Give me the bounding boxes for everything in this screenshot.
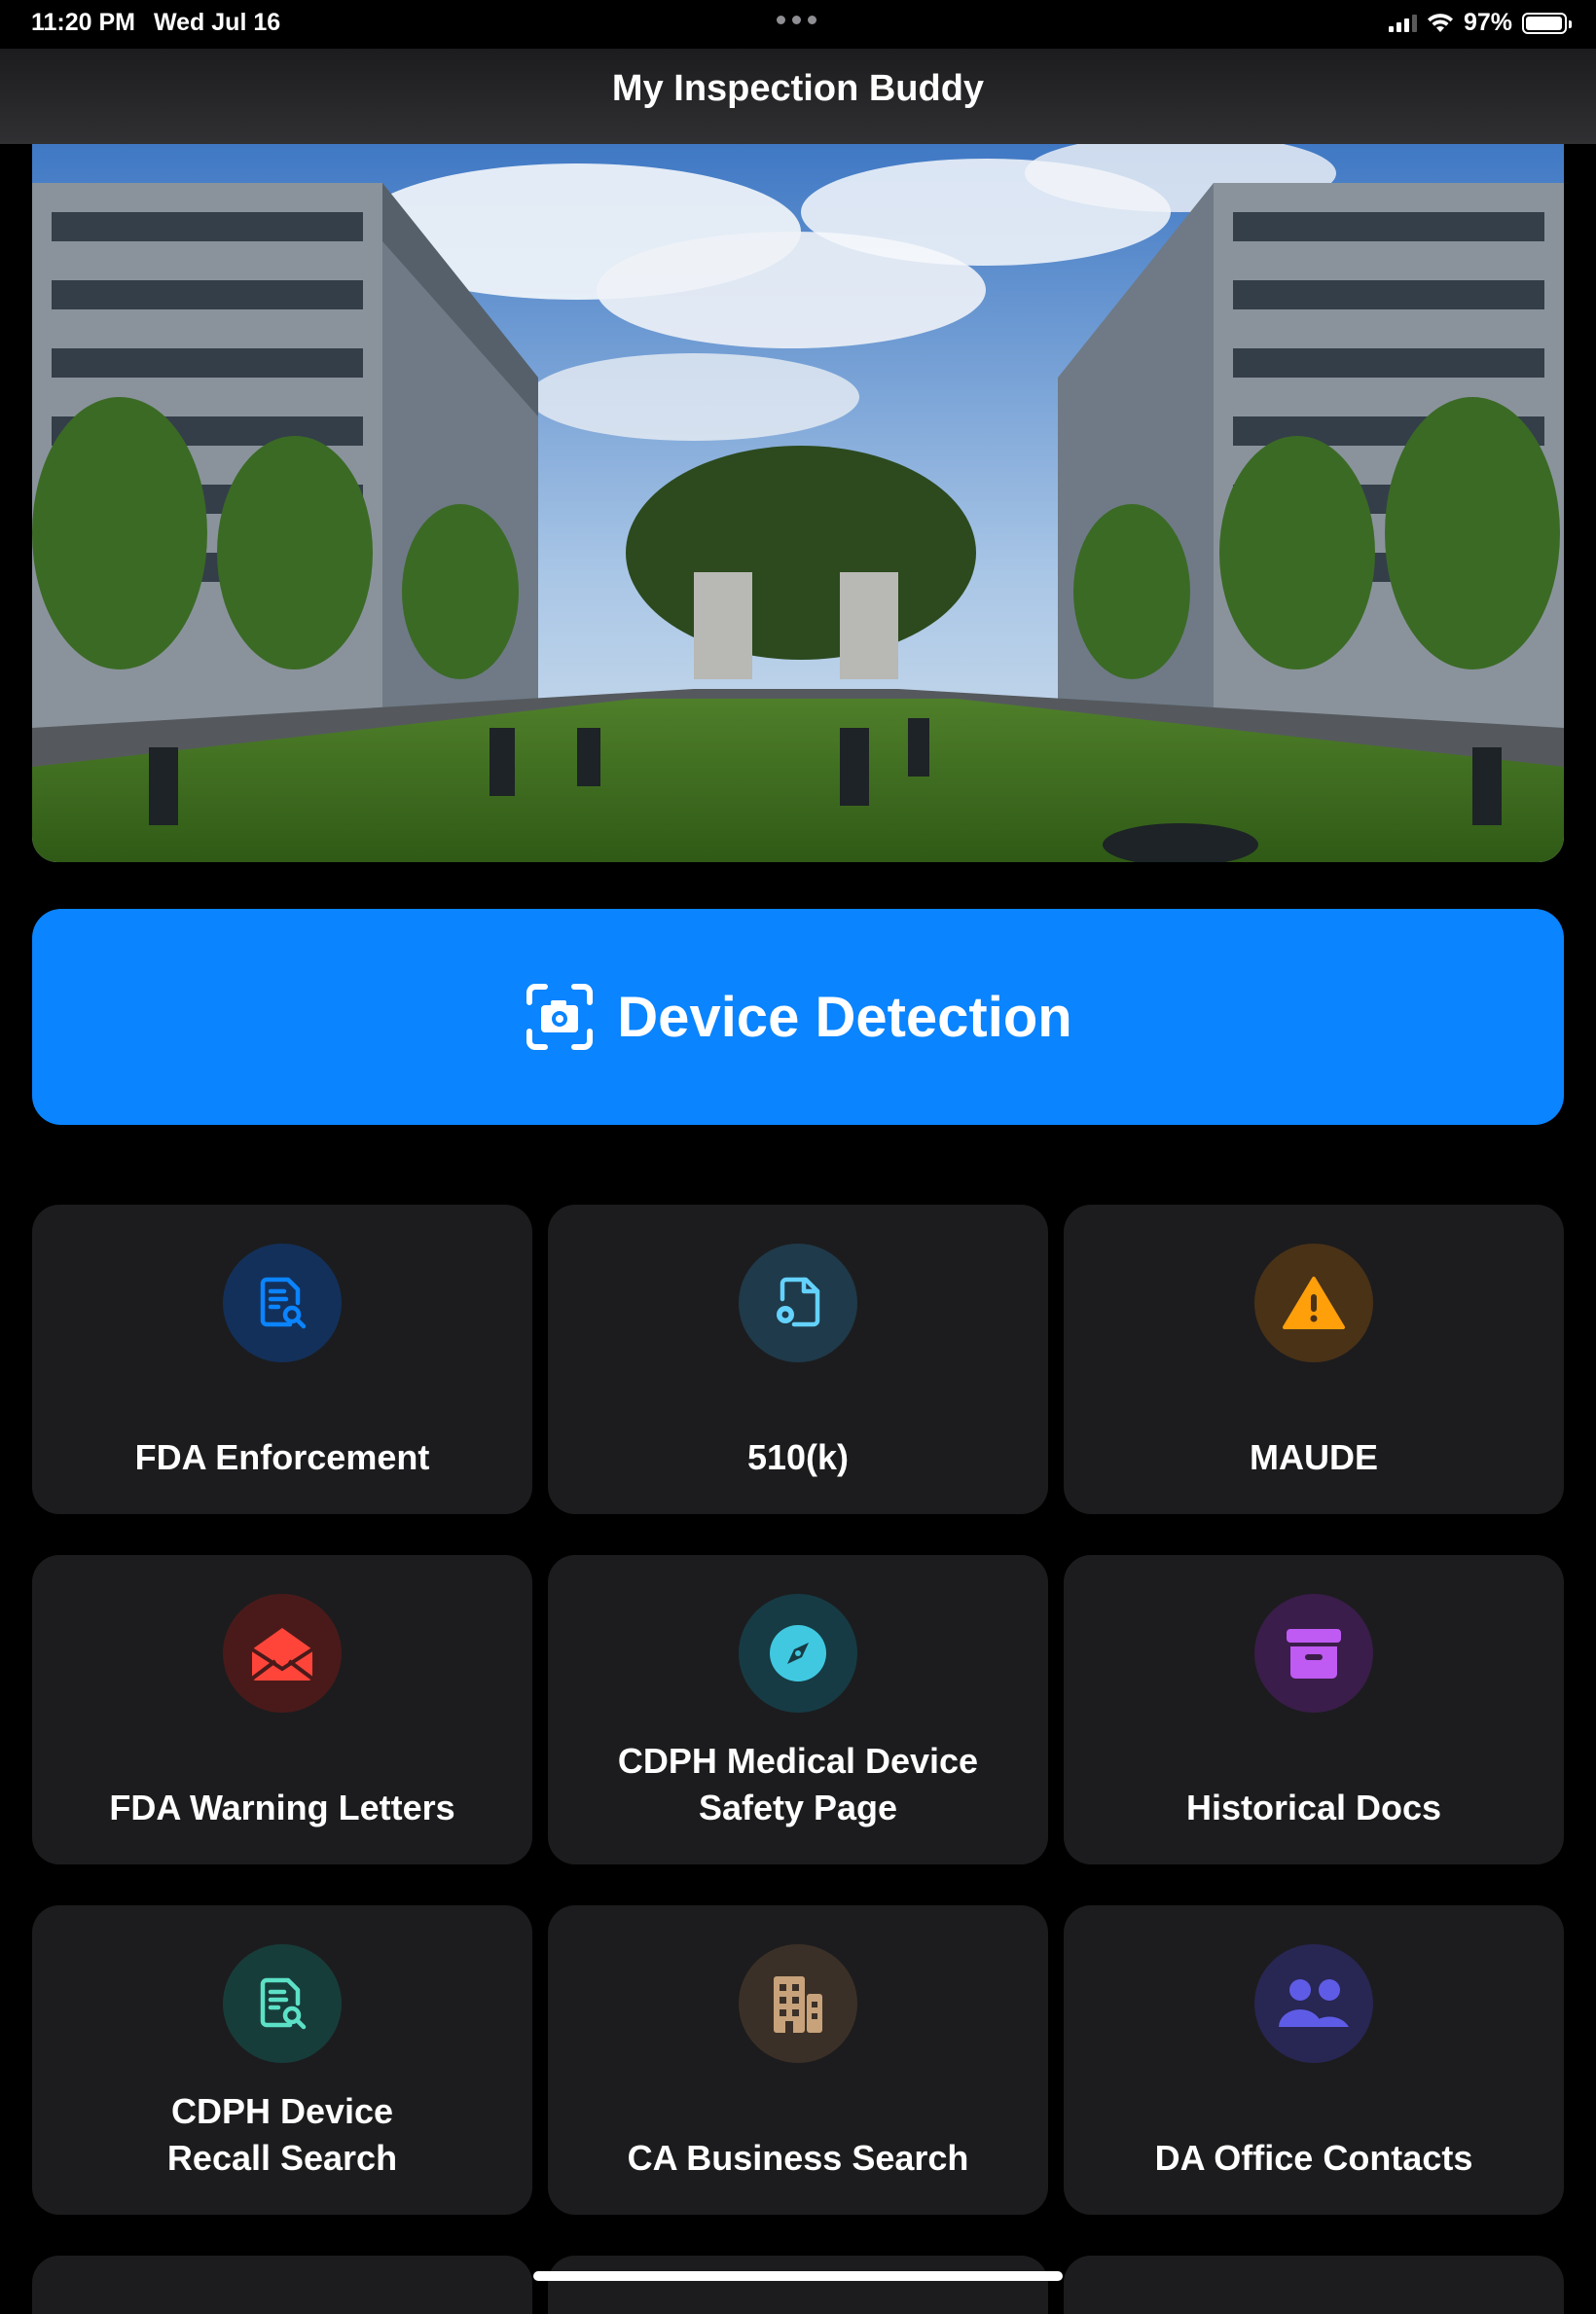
- tile-label: CA Business Search: [627, 2138, 969, 2178]
- warning-icon: [1283, 1277, 1345, 1329]
- document-gear-icon: [777, 1277, 820, 1327]
- camera-scan-icon: [526, 984, 594, 1050]
- tile-label: 510(k): [746, 1437, 850, 1477]
- status-date: Wed Jul 16: [154, 9, 281, 36]
- tile-icon-circle: [739, 1594, 857, 1713]
- tile-label: DA Office Contacts: [1154, 2138, 1473, 2178]
- tile-fda-warning-letters[interactable]: FDA Warning Letters: [32, 1555, 532, 1864]
- tile-label: MAUDE: [1250, 1437, 1378, 1477]
- navigation-bar: My Inspection Buddy: [0, 49, 1596, 144]
- tile-label: CDPH Device Recall Search: [166, 2091, 398, 2178]
- tile-maude[interactable]: MAUDE: [1064, 1205, 1564, 1514]
- device-detection-button[interactable]: Device Detection: [32, 909, 1564, 1125]
- signal-icon: [1388, 14, 1417, 32]
- tile-icon-circle: [1254, 1594, 1373, 1713]
- tile-cdph-safety[interactable]: CDPH Medical Device Safety Page: [548, 1555, 1048, 1864]
- campus-buildings-photo: [32, 144, 1564, 862]
- tile-da-office-contacts[interactable]: DA Office Contacts: [1064, 1905, 1564, 2215]
- tile-cdph-recall-search[interactable]: CDPH Device Recall Search: [32, 1905, 532, 2215]
- battery-icon: [1522, 12, 1572, 34]
- people-icon: [1279, 1979, 1349, 2027]
- tile-label: FDA Warning Letters: [109, 1788, 455, 1827]
- tile-label: Historical Docs: [1185, 1788, 1442, 1827]
- tile-icon-circle: [223, 1594, 342, 1713]
- battery-percent: 97%: [1463, 9, 1512, 36]
- document-search-icon: [260, 1277, 307, 1329]
- home-indicator[interactable]: [533, 2271, 1063, 2281]
- page-title: My Inspection Buddy: [611, 68, 985, 109]
- hero-image: [32, 144, 1564, 862]
- document-search-icon: [260, 1977, 307, 2030]
- multitasking-dots[interactable]: [777, 16, 816, 24]
- tile-icon-circle: [223, 1244, 342, 1362]
- wifi-icon: [1427, 13, 1453, 32]
- tile-icon-circle: [739, 1244, 857, 1362]
- tile-partial[interactable]: [1064, 2256, 1564, 2314]
- status-time: 11:20 PM: [31, 9, 136, 36]
- status-right: 97%: [1388, 9, 1572, 37]
- compass-icon: [770, 1625, 826, 1681]
- archive-box-icon: [1287, 1629, 1341, 1679]
- tile-icon-circle: [739, 1944, 857, 2063]
- device-detection-label: Device Detection: [617, 985, 1072, 1049]
- tile-icon-circle: [223, 1944, 342, 2063]
- tile-historical-docs[interactable]: Historical Docs: [1064, 1555, 1564, 1864]
- tile-partial[interactable]: [32, 2256, 532, 2314]
- tile-ca-business-search[interactable]: CA Business Search: [548, 1905, 1048, 2215]
- tile-icon-circle: [1254, 1944, 1373, 2063]
- tile-fda-enforcement[interactable]: FDA Enforcement: [32, 1205, 532, 1514]
- tile-510k[interactable]: 510(k): [548, 1205, 1048, 1514]
- tile-label: CDPH Medical Device Safety Page: [617, 1741, 979, 1827]
- tile-partial[interactable]: [548, 2256, 1048, 2314]
- building-icon: [774, 1976, 822, 2033]
- status-bar: 11:20 PM Wed Jul 16 97%: [0, 0, 1596, 49]
- tile-label: FDA Enforcement: [134, 1437, 430, 1477]
- envelope-open-icon: [250, 1628, 314, 1681]
- tile-icon-circle: [1254, 1244, 1373, 1362]
